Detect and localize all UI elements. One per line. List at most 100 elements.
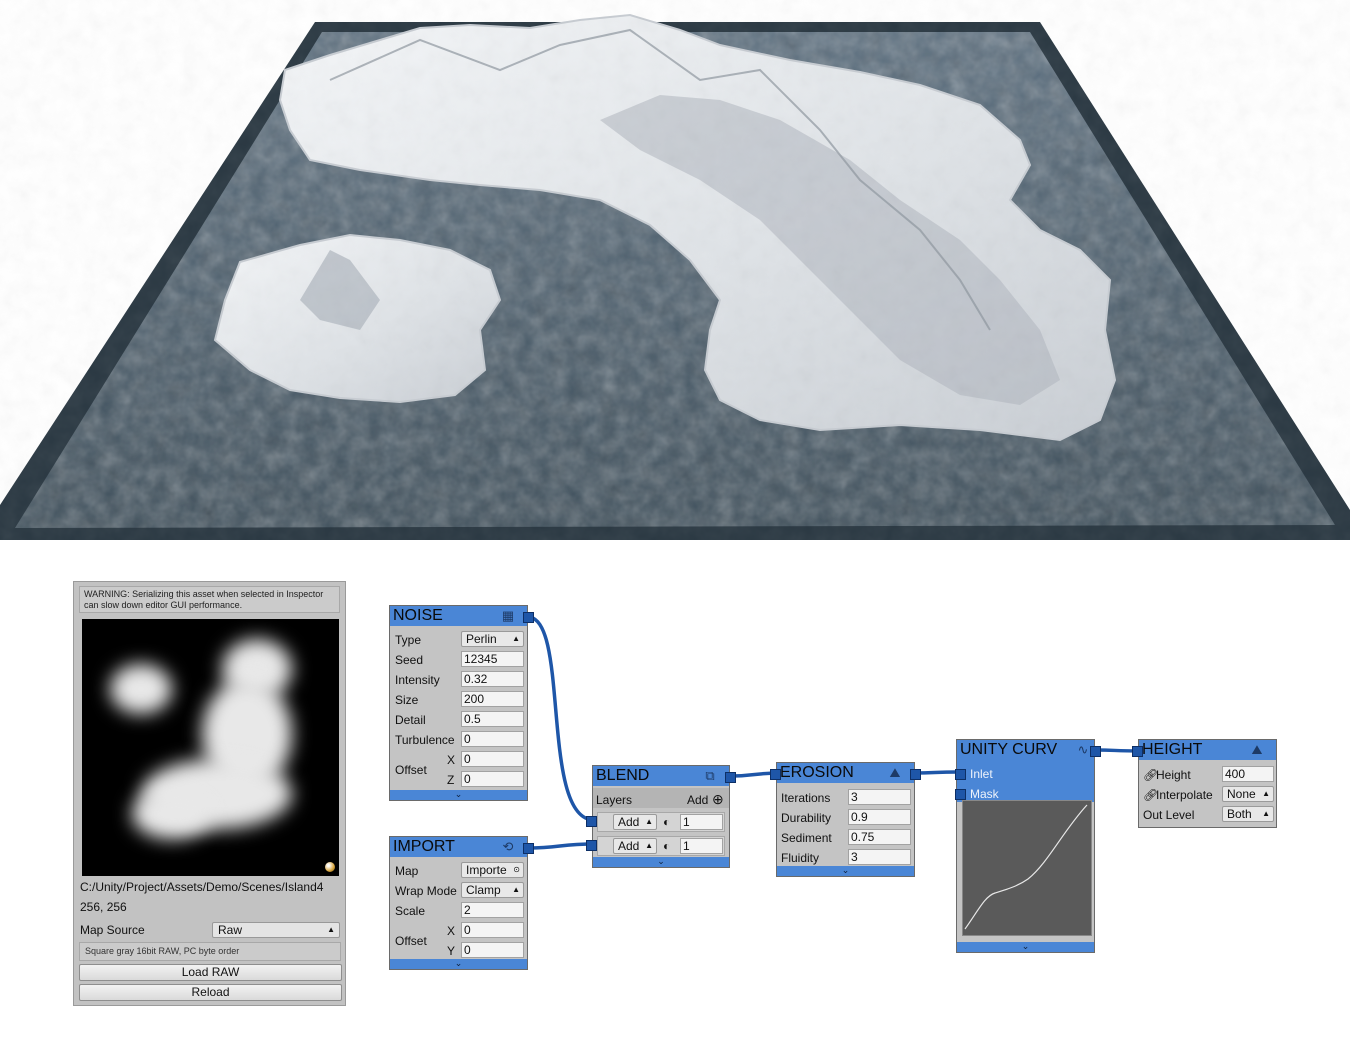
noise-type-label: Type — [395, 633, 422, 647]
erosion-durability-field[interactable]: 0.9 — [848, 809, 911, 825]
noise-turbulence-label: Turbulence — [395, 733, 455, 747]
height-outlevel-value: Both — [1227, 807, 1252, 821]
import-expand-chevron-icon[interactable]: ⌄ — [390, 959, 527, 969]
curve-inlet-port[interactable] — [955, 769, 966, 780]
erosion-sediment-field[interactable]: 0.75 — [848, 829, 911, 845]
height-height-field[interactable]: 400 — [1222, 766, 1274, 782]
import-map-label: Map — [395, 864, 419, 878]
blend-node[interactable]: BLEND ⧉ Layers Add ⊕ Add ▲ ◐ 1 Add ▲ ◐ 1 ⌄ — [586, 765, 736, 868]
reload-button[interactable]: Reload — [79, 984, 342, 1001]
height-interpolate-select[interactable]: None ▲ — [1222, 786, 1274, 802]
erosion-input-port[interactable] — [770, 769, 781, 780]
noise-offset-x-field[interactable]: 0 — [461, 751, 524, 767]
curve-mask-label: Mask — [970, 787, 999, 801]
asset-path: C:/Unity/Project/Assets/Demo/Scenes/Isla… — [80, 880, 324, 894]
noise-type-select[interactable]: Perlin ▲ — [461, 631, 524, 647]
blend-layer-1-mode[interactable]: Add ▲ — [613, 814, 657, 830]
erosion-node[interactable]: EROSION ⛰ Iterations 3 Durability 0.9 Sed… — [770, 762, 921, 877]
import-output-port[interactable] — [523, 843, 534, 854]
import-scale-label: Scale — [395, 904, 426, 918]
curve-output-port[interactable] — [1090, 746, 1101, 757]
import-node-header[interactable]: IMPORT ⟲ — [390, 837, 527, 857]
import-wrap-select[interactable]: Clamp ▲ — [461, 882, 524, 898]
curve-expand-chevron-icon[interactable]: ⌄ — [957, 942, 1094, 952]
blend-icon: ⧉ — [705, 768, 715, 783]
wire-noise-blend — [527, 615, 595, 822]
height-interpolate-value: None — [1227, 787, 1256, 801]
erosion-iterations-label: Iterations — [781, 791, 831, 805]
curve-editor[interactable] — [962, 800, 1092, 936]
erosion-fluidity-field[interactable]: 3 — [848, 849, 911, 865]
erosion-node-header[interactable]: EROSION ⛰ — [777, 763, 914, 783]
height-icon: ⛰ — [1251, 742, 1263, 757]
import-map-field[interactable]: Importe ⊙ — [461, 862, 524, 878]
import-offset-x-label: X — [447, 924, 456, 938]
import-offset-x-field[interactable]: 0 — [461, 922, 524, 938]
blend-layer-2-opacity[interactable]: 1 — [680, 838, 723, 854]
noise-detail-field[interactable]: 0.5 — [461, 711, 524, 727]
erosion-iterations-field[interactable]: 3 — [848, 789, 911, 805]
height-node-header[interactable]: HEIGHT ⛰ — [1139, 740, 1276, 760]
blend-input-port-2[interactable] — [586, 840, 597, 851]
select-arrow-icon: ▲ — [327, 925, 335, 934]
height-height-label: Height — [1156, 768, 1191, 782]
noise-intensity-label: Intensity — [395, 673, 440, 687]
noise-output-port[interactable] — [523, 612, 534, 623]
blend-layer-2-mode[interactable]: Add ▲ — [613, 838, 657, 854]
noise-size-field[interactable]: 200 — [461, 691, 524, 707]
erosion-icon: ⛰ — [889, 765, 901, 780]
load-raw-button[interactable]: Load RAW — [79, 964, 342, 981]
preview-sphere-icon[interactable] — [325, 862, 335, 872]
object-picker-icon[interactable]: ⊙ — [513, 863, 520, 877]
import-offset-y-field[interactable]: 0 — [461, 942, 524, 958]
height-node[interactable]: HEIGHT ⛰ 🔗︎ Height 400 🔗︎ Interpolate Non… — [1132, 739, 1277, 828]
height-outlevel-select[interactable]: Both ▲ — [1222, 806, 1274, 822]
blend-input-port-1[interactable] — [586, 816, 597, 827]
noise-seed-field[interactable]: 12345 — [461, 651, 524, 667]
select-arrow-icon: ▲ — [645, 817, 653, 826]
erosion-node-title: EROSION — [780, 764, 854, 781]
height-input-port[interactable] — [1132, 746, 1143, 757]
import-icon: ⟲ — [502, 839, 514, 854]
terrain-noise-overlay — [0, 0, 1350, 540]
noise-intensity-field[interactable]: 0.32 — [461, 671, 524, 687]
blend-expand-chevron-icon[interactable]: ⌄ — [593, 857, 729, 867]
noise-node[interactable]: NOISE ▦ Type Perlin ▲ Seed 12345 Intensity… — [389, 605, 534, 801]
curve-mask-port[interactable] — [955, 789, 966, 800]
noise-type-value: Perlin — [466, 632, 497, 646]
import-wrap-value: Clamp — [466, 883, 501, 897]
noise-seed-label: Seed — [395, 653, 424, 667]
import-scale-field[interactable]: 2 — [461, 902, 524, 918]
blend-output-port[interactable] — [725, 772, 736, 783]
erosion-durability-label: Durability — [781, 811, 832, 825]
unity-curve-node[interactable]: UNITY CURV ∿ Inlet Mask ⌄ — [955, 739, 1101, 953]
noise-offset-z-field[interactable]: 0 — [461, 771, 524, 787]
select-arrow-icon: ▲ — [645, 841, 653, 850]
noise-icon: ▦ — [501, 608, 515, 623]
erosion-output-port[interactable] — [910, 769, 921, 780]
map-source-select[interactable]: Raw ▲ — [212, 922, 340, 938]
blend-node-header[interactable]: BLEND ⧉ — [593, 766, 729, 786]
erosion-expand-chevron-icon[interactable]: ⌄ — [777, 866, 914, 876]
blend-add-label[interactable]: Add — [687, 793, 708, 807]
opacity-icon: ◐ — [663, 815, 671, 829]
blend-layers-label: Layers — [596, 793, 633, 807]
noise-node-header[interactable]: NOISE ▦ — [390, 606, 527, 626]
curve-node-header[interactable]: UNITY CURV ∿ — [957, 740, 1094, 760]
curve-line — [964, 804, 1088, 930]
curve-inlet-label: Inlet — [970, 767, 993, 781]
import-node[interactable]: IMPORT ⟲ Map Importe ⊙ Wrap Mode Clamp ▲ Sc… — [389, 836, 534, 970]
preview-blob — [132, 789, 212, 839]
curve-icon: ∿ — [1077, 742, 1089, 757]
select-arrow-icon: ▲ — [1262, 809, 1270, 818]
blend-layer-1-mode-value: Add — [618, 815, 640, 829]
select-arrow-icon: ▲ — [512, 885, 520, 894]
add-layer-icon[interactable]: ⊕ — [712, 791, 724, 808]
map-source-value: Raw — [218, 923, 243, 937]
blend-node-title: BLEND — [596, 767, 650, 784]
blend-layer-1-opacity[interactable]: 1 — [680, 814, 723, 830]
noise-turbulence-field[interactable]: 0 — [461, 731, 524, 747]
preview-blob — [110, 664, 172, 714]
erosion-fluidity-label: Fluidity — [781, 851, 820, 865]
noise-expand-chevron-icon[interactable]: ⌄ — [390, 790, 527, 800]
